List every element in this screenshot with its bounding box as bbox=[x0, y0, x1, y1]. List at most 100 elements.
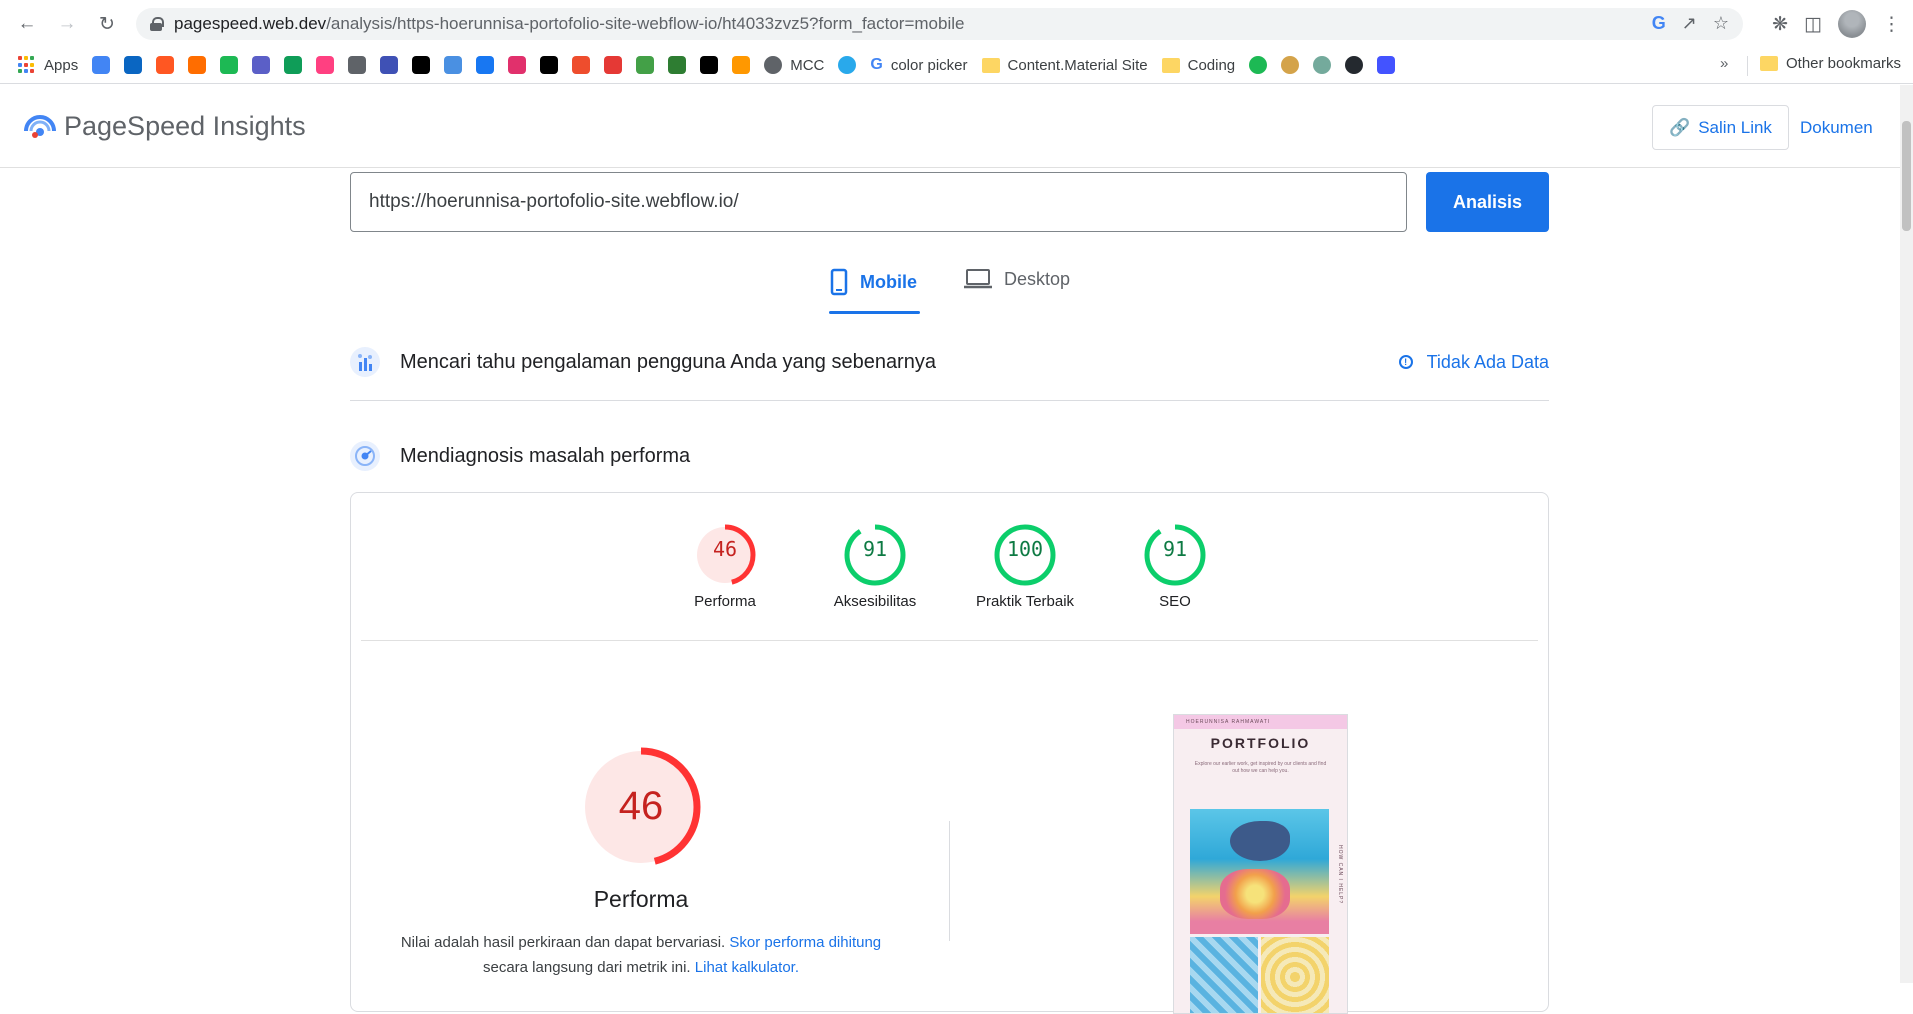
gauge-value: 91 bbox=[862, 537, 888, 561]
page-scrollbar[interactable] bbox=[1900, 85, 1913, 983]
bookmark-favicon-icon[interactable] bbox=[636, 56, 655, 74]
folder-icon bbox=[1161, 57, 1180, 73]
page-screenshot-thumbnail: HOERUNNISA RAHMAWATI PORTFOLIO Explore o… bbox=[1173, 714, 1348, 1014]
no-data-link[interactable]: ! Tidak Ada Data bbox=[1398, 352, 1549, 373]
bookmarks-separator bbox=[1747, 56, 1748, 76]
calculator-link[interactable]: Lihat kalkulator. bbox=[695, 959, 799, 976]
analyze-button[interactable]: Analisis bbox=[1426, 172, 1549, 232]
gauge-praktik-terbaik[interactable]: 100 Praktik Terbaik bbox=[965, 523, 1085, 610]
note-text: secara langsung dari metrik ini. bbox=[482, 959, 691, 976]
tab-mobile[interactable]: Mobile bbox=[830, 268, 917, 296]
github-icon bbox=[1345, 56, 1364, 74]
share-icon[interactable]: ↗ bbox=[1682, 13, 1697, 34]
bookmark-other[interactable]: Other bookmarks bbox=[1760, 55, 1901, 72]
bookmark-extra-5[interactable] bbox=[1377, 56, 1396, 74]
lock-icon[interactable] bbox=[150, 17, 164, 31]
section-divider bbox=[350, 400, 1549, 401]
bookmark-telegram[interactable] bbox=[838, 56, 857, 74]
gauge-value: 100 bbox=[1006, 537, 1044, 561]
bookmark-apps[interactable]: Apps bbox=[18, 56, 78, 74]
folder-icon bbox=[1760, 56, 1778, 71]
bookmark-label: Coding bbox=[1187, 56, 1236, 74]
thumb-top-bar: HOERUNNISA RAHMAWATI bbox=[1174, 715, 1347, 729]
scroll-thumb[interactable] bbox=[1902, 121, 1911, 231]
info-icon: ! bbox=[1398, 355, 1413, 369]
users-chart-icon bbox=[350, 347, 380, 377]
bookmark-color-picker[interactable]: G color picker bbox=[870, 56, 967, 74]
thumb-subtitle: Explore our earlier work, get inspired b… bbox=[1194, 761, 1327, 774]
bookmark-favicon-icon[interactable] bbox=[92, 56, 111, 74]
apps-grid-icon bbox=[18, 56, 36, 74]
bookmark-favicon-icon[interactable] bbox=[316, 56, 335, 74]
back-icon[interactable]: ← bbox=[14, 11, 40, 37]
thumb-illustration bbox=[1190, 809, 1329, 934]
note-text: Nilai adalah hasil perkiraan dan dapat b… bbox=[400, 934, 726, 951]
bookmark-favicon-icon[interactable] bbox=[252, 56, 271, 74]
bookmark-favicon-icon[interactable] bbox=[508, 56, 527, 74]
link-icon: 🔗 bbox=[1669, 117, 1691, 137]
card-divider bbox=[361, 640, 1538, 641]
gauge-performa[interactable]: 46 Performa bbox=[665, 523, 785, 610]
number-3-icon bbox=[1249, 56, 1268, 74]
bookmark-favicon-icon[interactable] bbox=[284, 56, 303, 74]
gauge-label: Performa bbox=[694, 593, 756, 610]
side-panel-icon[interactable]: ◫ bbox=[1804, 13, 1822, 36]
mobile-icon bbox=[830, 268, 848, 296]
bookmark-extra-4[interactable] bbox=[1345, 56, 1364, 74]
vertical-separator bbox=[949, 821, 950, 941]
copy-link-label: Salin Link bbox=[1698, 117, 1772, 137]
performance-score: 46 bbox=[618, 784, 664, 828]
bookmark-favicon-icon[interactable] bbox=[220, 56, 239, 74]
bookmark-favicon-icon[interactable] bbox=[700, 56, 719, 74]
url-input[interactable]: https://hoerunnisa-portofolio-site.webfl… bbox=[350, 172, 1407, 232]
laptop-icon bbox=[964, 269, 992, 289]
bookmark-favicon-icon[interactable] bbox=[476, 56, 495, 74]
bookmark-favicon-icon[interactable] bbox=[668, 56, 687, 74]
bookmark-favicon-icon[interactable] bbox=[124, 56, 143, 74]
reload-icon[interactable]: ↻ bbox=[94, 11, 120, 37]
bookmark-extra-2[interactable] bbox=[1281, 56, 1300, 74]
lab-data-section: Mendiagnosis masalah performa bbox=[350, 441, 1549, 471]
extensions-icon[interactable]: ❋ bbox=[1772, 13, 1788, 36]
menu-icon[interactable]: ⋮ bbox=[1882, 13, 1901, 36]
bookmark-extra-1[interactable] bbox=[1249, 56, 1268, 74]
bookmark-favicon-icon[interactable] bbox=[380, 56, 399, 74]
star-icon[interactable]: ☆ bbox=[1713, 13, 1729, 34]
bookmark-favicon-icon[interactable] bbox=[412, 56, 431, 74]
telegram-icon bbox=[838, 56, 857, 74]
google-icon[interactable]: G bbox=[1652, 13, 1666, 34]
copy-link-button[interactable]: 🔗 Salin Link bbox=[1652, 105, 1789, 150]
bookmark-favicon-icon[interactable] bbox=[732, 56, 751, 74]
thumb-pattern-left bbox=[1190, 937, 1258, 1013]
app-title[interactable]: PageSpeed Insights bbox=[64, 111, 306, 142]
bookmark-favicon-icon[interactable] bbox=[348, 56, 367, 74]
bookmark-favicon-icon[interactable] bbox=[156, 56, 175, 74]
globe-icon bbox=[764, 56, 783, 74]
bookmark-favicon-icon[interactable] bbox=[540, 56, 559, 74]
character-icon bbox=[1281, 56, 1300, 74]
bookmark-favicon-icon[interactable] bbox=[188, 56, 207, 74]
docs-link[interactable]: Dokumen bbox=[1800, 118, 1873, 138]
bookmark-favicon-icon[interactable] bbox=[604, 56, 623, 74]
bookmark-favicon-icon[interactable] bbox=[444, 56, 463, 74]
tab-label: Desktop bbox=[1004, 268, 1071, 289]
gauge-label: Aksesibilitas bbox=[833, 593, 917, 610]
gauge-seo[interactable]: 91 SEO bbox=[1115, 523, 1235, 610]
score-gauges: 46 Performa 91 Aksesibilitas 100 Praktik… bbox=[351, 523, 1548, 623]
bookmark-favicon-icon[interactable] bbox=[572, 56, 591, 74]
bookmark-extra-3[interactable] bbox=[1313, 56, 1332, 74]
gauge-aksesibilitas[interactable]: 91 Aksesibilitas bbox=[815, 523, 935, 610]
bookmarks-overflow-button[interactable]: » bbox=[1720, 55, 1728, 72]
bookmark-mcc[interactable]: MCC bbox=[764, 56, 824, 74]
pagespeed-logo-icon[interactable] bbox=[24, 109, 56, 139]
score-calc-link[interactable]: Skor performa dihitung bbox=[729, 934, 881, 951]
tab-desktop[interactable]: Desktop bbox=[964, 268, 1070, 290]
address-bar[interactable]: pagespeed.web.dev/analysis/https-hoerunn… bbox=[136, 8, 1743, 40]
thumb-pattern-right bbox=[1261, 937, 1329, 1013]
bookmark-label: color picker bbox=[890, 56, 968, 74]
forward-icon[interactable]: → bbox=[54, 11, 80, 37]
profile-avatar[interactable] bbox=[1838, 10, 1866, 38]
bookmark-content-material[interactable]: Content.Material Site bbox=[981, 57, 1148, 74]
bookmark-coding[interactable]: Coding bbox=[1161, 56, 1236, 74]
diagnose-icon bbox=[350, 441, 380, 471]
